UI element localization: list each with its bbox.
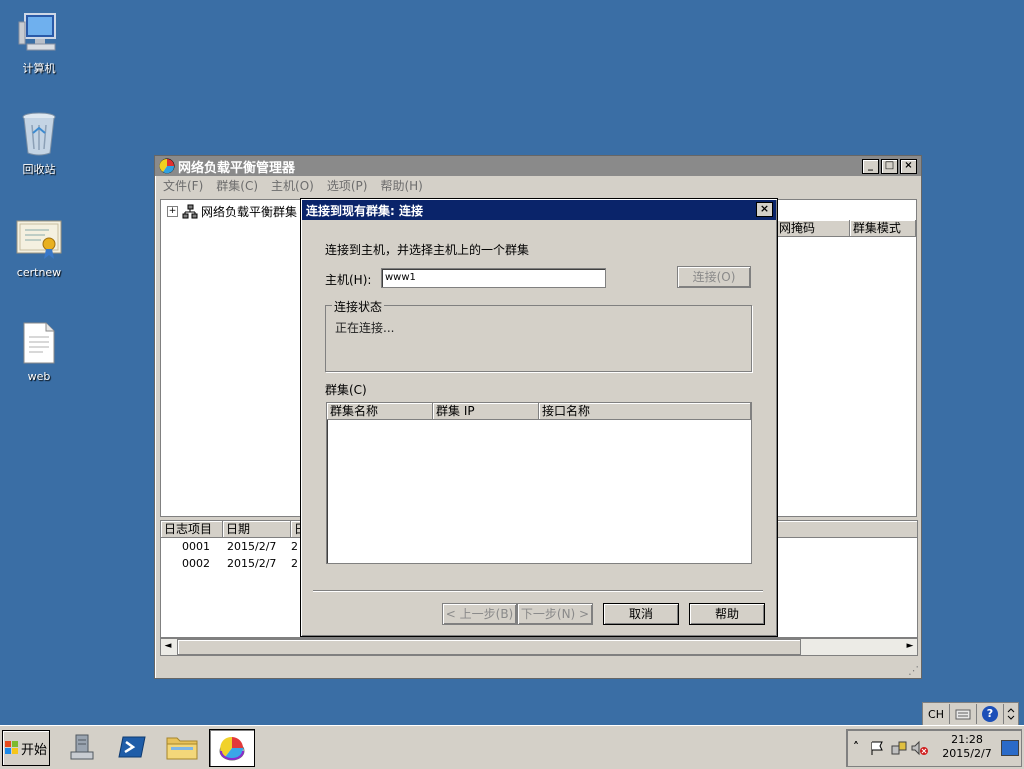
dialog-close-button[interactable]: × [756, 202, 773, 217]
scroll-right-arrow-icon[interactable]: ► [903, 639, 917, 653]
clusters-label: 群集(C) [325, 383, 367, 397]
scroll-thumb[interactable] [177, 639, 801, 655]
status-group-label: 连接状态 [332, 298, 385, 315]
clock[interactable]: 21:28 2015/2/7 [939, 733, 995, 761]
menu-options[interactable]: 选项(P) [327, 177, 368, 194]
column-header-interface-name[interactable]: 接口名称 [539, 403, 751, 419]
desktop-icon-certnew[interactable]: certnew [4, 216, 74, 279]
certificate-icon [15, 216, 63, 262]
connect-button[interactable]: 连接(O) [677, 266, 751, 288]
host-input[interactable]: www1 [381, 268, 606, 288]
minimize-button[interactable]: _ [862, 159, 879, 174]
log-id: 0001 [182, 540, 210, 553]
action-center-flag-icon[interactable] [869, 740, 885, 756]
server-manager-icon[interactable] [60, 729, 104, 765]
desktop-icon-label: 回收站 [22, 163, 56, 176]
help-button[interactable]: 帮助 [689, 603, 765, 625]
desktop-icon-recycle-bin[interactable]: 回收站 [4, 111, 74, 177]
column-header-date[interactable]: 日期 [223, 521, 291, 537]
dialog-separator [313, 590, 763, 592]
scroll-left-arrow-icon[interactable]: ◄ [161, 639, 175, 653]
language-help-icon[interactable]: ? [977, 704, 1004, 724]
instruction-text: 连接到主机，并选择主机上的一个群集 [325, 243, 530, 257]
window-title: 网络负载平衡管理器 [178, 160, 296, 176]
tree-item-root[interactable]: + 网络负载平衡群集 [167, 203, 297, 220]
cancel-button[interactable]: 取消 [603, 603, 679, 625]
nlb-manager-icon[interactable] [209, 729, 255, 767]
desktop-icon-label: 计算机 [22, 62, 56, 75]
back-button[interactable]: < 上一步(B) [442, 603, 517, 625]
menubar: 文件(F) 群集(C) 主机(O) 选项(P) 帮助(H) [155, 176, 921, 194]
start-label: 开始 [20, 742, 47, 758]
recycle-bin-icon [15, 111, 63, 157]
hosts-list[interactable]: 网掩码 群集模式 [775, 199, 917, 517]
menu-help[interactable]: 帮助(H) [380, 177, 422, 194]
keyboard-icon[interactable] [950, 704, 977, 724]
log-extra: 2 [291, 540, 298, 553]
next-button[interactable]: 下一步(N) > [517, 603, 593, 625]
show-hidden-icons-icon[interactable]: ˄ [853, 740, 859, 754]
menu-file[interactable]: 文件(F) [163, 177, 203, 194]
windows-logo-icon [4, 741, 18, 754]
dialog-titlebar[interactable]: 连接到现有群集: 连接 × [302, 200, 776, 220]
window-titlebar[interactable]: 网络负载平衡管理器 _ □ × [155, 156, 921, 176]
column-header-netmask[interactable]: 网掩码 [776, 220, 850, 236]
document-icon [15, 320, 63, 366]
language-indicator[interactable]: CH [923, 704, 950, 724]
volume-muted-icon[interactable] [911, 740, 929, 756]
show-desktop-icon[interactable] [1001, 740, 1019, 756]
menu-host[interactable]: 主机(O) [271, 177, 314, 194]
explorer-icon[interactable] [160, 729, 204, 765]
help-symbol: ? [982, 706, 998, 722]
host-label: 主机(H): [325, 273, 372, 287]
desktop-icon-computer[interactable]: 计算机 [4, 10, 74, 76]
desktop-icon-label: web [27, 370, 51, 383]
log-date: 2015/2/7 [227, 540, 277, 553]
log-id: 0002 [182, 557, 210, 570]
powershell-icon[interactable] [110, 729, 154, 765]
clock-date: 2015/2/7 [942, 747, 992, 760]
nlb-app-icon [159, 158, 175, 174]
column-header-cluster-mode[interactable]: 群集模式 [850, 220, 916, 236]
column-header-cluster-ip[interactable]: 群集 IP [433, 403, 539, 419]
desktop-icon-web[interactable]: web [4, 320, 74, 383]
tree-root-label: 网络负载平衡群集 [201, 205, 298, 219]
maximize-button[interactable]: □ [881, 159, 898, 174]
desktop-icon-label: certnew [16, 266, 62, 279]
horizontal-scrollbar[interactable]: ◄ ► [160, 638, 918, 656]
column-header-cluster-name[interactable]: 群集名称 [327, 403, 433, 419]
system-tray: ˄ 21:28 2015/2/7 [846, 729, 1022, 767]
menu-cluster[interactable]: 群集(C) [216, 177, 258, 194]
clock-time: 21:28 [951, 733, 983, 746]
language-bar-options-icon[interactable] [1004, 704, 1018, 724]
close-button[interactable]: × [900, 159, 917, 174]
connection-status-group: 连接状态 正在连接... [325, 298, 752, 372]
start-button[interactable]: 开始 [2, 730, 50, 766]
log-extra: 2 [291, 557, 298, 570]
network-icon[interactable] [891, 740, 907, 756]
dialog-title: 连接到现有群集: 连接 [306, 203, 423, 218]
computer-icon [15, 10, 63, 56]
clusters-list[interactable]: 群集名称 群集 IP 接口名称 [326, 402, 752, 564]
language-bar: CH ? [922, 702, 1019, 726]
status-text: 正在连接... [335, 321, 395, 335]
log-date: 2015/2/7 [227, 557, 277, 570]
connect-cluster-dialog: 连接到现有群集: 连接 × 连接到主机，并选择主机上的一个群集 主机(H): w… [300, 198, 778, 637]
expand-icon[interactable]: + [167, 206, 178, 217]
taskbar: 开始 ˄ 21:28 2015/2/7 [0, 725, 1024, 769]
resize-grip-icon[interactable]: ⋰ [908, 664, 919, 677]
cluster-tree-icon [182, 204, 198, 218]
cluster-tree[interactable]: + 网络负载平衡群集 [160, 199, 304, 517]
column-header-log-item[interactable]: 日志项目 [161, 521, 223, 537]
